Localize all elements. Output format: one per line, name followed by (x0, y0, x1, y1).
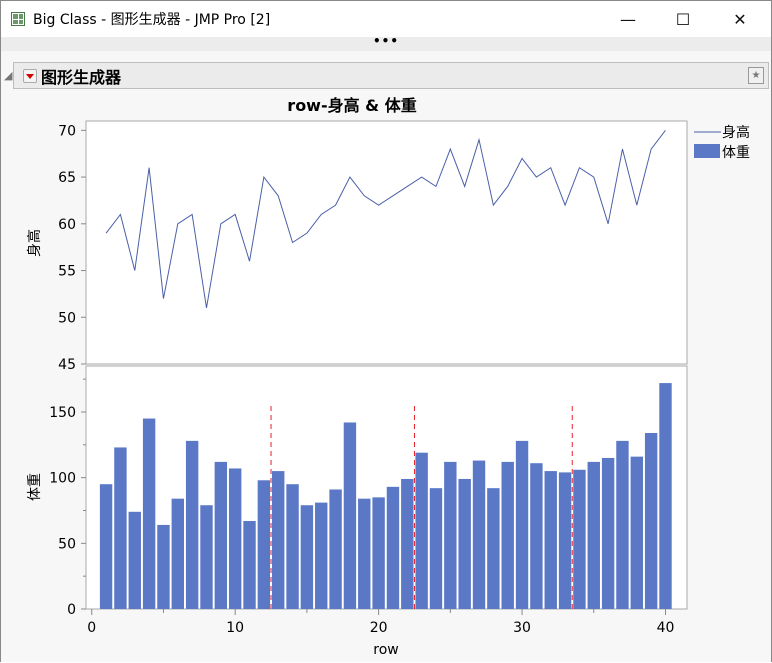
weight-bar (214, 461, 228, 609)
weight-bar (358, 498, 371, 609)
weight-bar (329, 489, 342, 609)
weight-bar (243, 520, 256, 609)
weight-bar (415, 452, 428, 609)
weight-bar (558, 472, 572, 609)
legend-label-height: 身高 (722, 124, 750, 141)
weight-bar (99, 484, 113, 609)
y-axis-label-height: 身高 (26, 229, 43, 257)
weight-bar (616, 440, 629, 609)
y-tick-label-weight: 150 (49, 405, 76, 421)
weight-bar (472, 460, 486, 609)
weight-bar (487, 488, 500, 609)
y-tick-label-height: 55 (58, 264, 76, 280)
weight-bar (573, 469, 586, 609)
weight-bar (401, 478, 414, 609)
y-tick-label-weight: 50 (58, 536, 76, 552)
x-tick-label: 30 (513, 620, 531, 636)
y-axis-label-weight: 体重 (27, 473, 43, 501)
weight-bar (501, 461, 514, 609)
weight-bar (300, 505, 314, 609)
weight-bar (444, 461, 457, 609)
weight-bar (185, 440, 199, 609)
weight-bar (157, 524, 170, 609)
weight-bar (257, 480, 271, 609)
weight-bar (544, 471, 557, 609)
y-tick-label-height: 65 (58, 170, 76, 186)
x-axis-label: row (373, 642, 398, 658)
weight-bar (515, 440, 529, 609)
weight-bar (644, 432, 658, 609)
y-tick-label-weight: 0 (67, 602, 76, 618)
weight-bar (630, 456, 643, 609)
weight-bar (343, 422, 357, 609)
y-tick-label-height: 70 (58, 123, 76, 139)
y-tick-label-height: 50 (58, 310, 76, 326)
weight-bar (429, 488, 443, 609)
y-tick-label-height: 60 (58, 217, 76, 233)
y-tick-label-height: 45 (58, 357, 76, 373)
weight-bar (228, 468, 242, 609)
weight-bar (114, 447, 127, 609)
legend-label-weight: 体重 (722, 145, 750, 161)
weight-bar (587, 461, 600, 609)
weight-bar (272, 471, 285, 609)
x-tick-label: 40 (657, 620, 675, 636)
weight-bar (142, 418, 156, 609)
legend-bar-swatch (694, 144, 720, 158)
x-tick-label: 10 (226, 620, 244, 636)
weight-bar (386, 486, 400, 609)
weight-bar (315, 502, 328, 609)
weight-bar (286, 484, 299, 609)
weight-bar (200, 505, 213, 609)
chart-title: row-身高 & 体重 (287, 96, 416, 115)
x-tick-label: 20 (370, 620, 388, 636)
weight-bar (372, 497, 385, 609)
x-tick-label: 0 (87, 620, 96, 636)
graph-builder-chart: row-身高 & 体重 row 身高 体重 455055606570050100… (26, 96, 750, 658)
y-tick-label-weight: 100 (49, 471, 76, 487)
weight-bar (171, 498, 184, 609)
weight-bar (530, 463, 543, 609)
upper-plot-frame (85, 120, 688, 365)
weight-bar (458, 478, 471, 609)
weight-bar (601, 457, 615, 609)
weight-bar (128, 511, 141, 609)
weight-bar (659, 383, 672, 609)
